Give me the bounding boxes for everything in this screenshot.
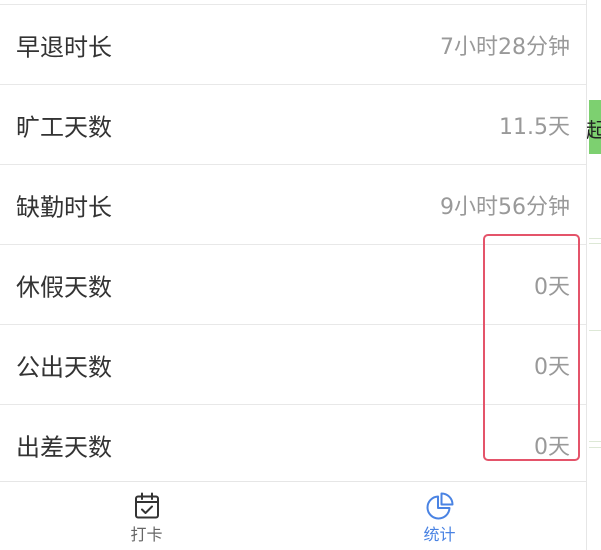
background-divider [589, 238, 601, 239]
stat-label: 旷工天数 [16, 113, 112, 141]
bottom-tab-bar: 打卡 统计 [0, 481, 586, 550]
background-app-strip [588, 0, 601, 550]
stat-row-absence-duration[interactable]: 缺勤时长 9小时56分钟 [0, 165, 586, 245]
stat-value: 0天 [534, 354, 570, 380]
stat-row-business-trip-days[interactable]: 出差天数 0天 [0, 405, 586, 485]
stat-value: 0天 [534, 274, 570, 300]
background-divider [589, 447, 601, 448]
stat-row-early-leave[interactable]: 早退时长 7小时28分钟 [0, 5, 586, 85]
stats-list: 早退时长 7小时28分钟 旷工天数 11.5天 缺勤时长 9小时56分钟 休假天… [0, 5, 586, 485]
stat-value: 7小时28分钟 [440, 34, 570, 60]
tab-punch-in[interactable]: 打卡 [0, 482, 293, 550]
background-button-text: 起 [586, 118, 601, 142]
pie-chart-icon [426, 492, 453, 520]
stat-value: 0天 [534, 434, 570, 460]
background-divider [589, 243, 601, 244]
tab-label: 统计 [423, 525, 456, 544]
stat-label: 出差天数 [16, 433, 112, 461]
stat-value: 9小时56分钟 [440, 194, 570, 220]
calendar-check-icon [134, 492, 159, 519]
tab-statistics[interactable]: 统计 [293, 482, 586, 550]
stat-row-official-outing-days[interactable]: 公出天数 0天 [0, 325, 586, 405]
stat-label: 公出天数 [16, 353, 112, 381]
stat-label: 缺勤时长 [16, 193, 112, 221]
stat-label: 早退时长 [16, 33, 112, 61]
stat-row-leave-days[interactable]: 休假天数 0天 [0, 245, 586, 325]
stat-value: 11.5天 [499, 114, 570, 140]
background-divider [589, 441, 601, 442]
stat-row-absenteeism-days[interactable]: 旷工天数 11.5天 [0, 85, 586, 165]
background-divider [589, 330, 601, 331]
stat-label: 休假天数 [16, 273, 112, 301]
statistics-panel: 早退时长 7小时28分钟 旷工天数 11.5天 缺勤时长 9小时56分钟 休假天… [0, 0, 587, 550]
tab-label: 打卡 [130, 525, 163, 544]
